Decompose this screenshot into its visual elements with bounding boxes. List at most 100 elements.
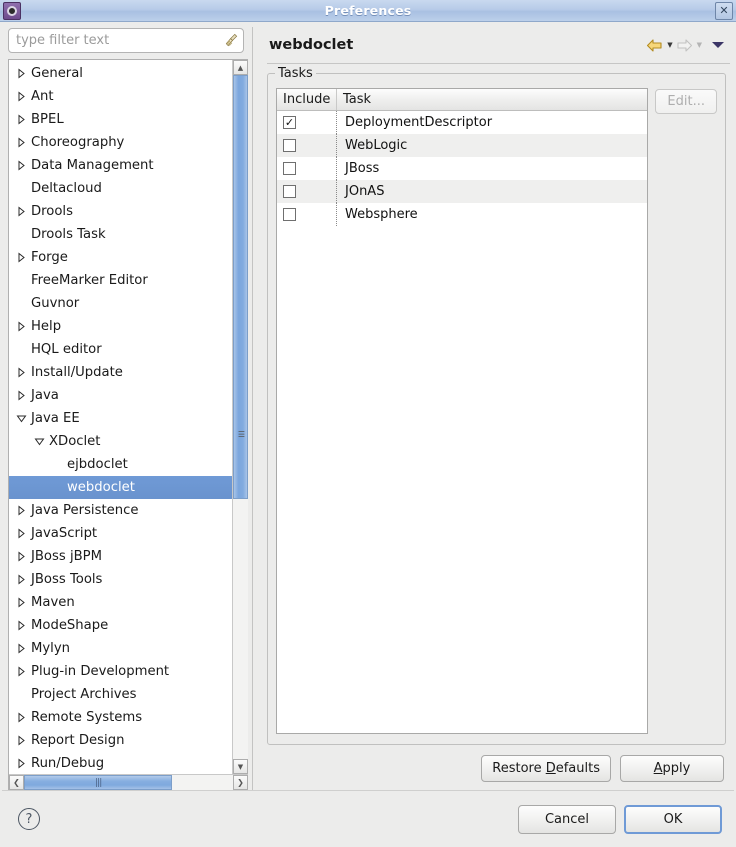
tree-item-freemarker-editor[interactable]: FreeMarker Editor [9, 269, 232, 292]
restore-defaults-button[interactable]: Restore Defaults [481, 755, 611, 782]
checkbox-unchecked[interactable] [283, 208, 296, 221]
column-header-include[interactable]: Include [277, 89, 337, 110]
expand-arrow-icon[interactable] [12, 597, 30, 608]
tree-item-data-management[interactable]: Data Management [9, 154, 232, 177]
forward-button[interactable] [675, 37, 694, 54]
tree-item-drools[interactable]: Drools [9, 200, 232, 223]
tree-item-help[interactable]: Help [9, 315, 232, 338]
collapse-arrow-icon[interactable] [12, 414, 30, 423]
expand-arrow-icon[interactable] [12, 367, 30, 378]
task-name-cell: DeploymentDescriptor [337, 115, 647, 130]
search-input[interactable] [16, 33, 221, 48]
tree-item-report-design[interactable]: Report Design [9, 729, 232, 752]
tree-item-choreography[interactable]: Choreography [9, 131, 232, 154]
view-menu-triangle-icon[interactable] [712, 42, 724, 48]
tree-item-label: Drools Task [30, 227, 106, 242]
tree-item-project-archives[interactable]: Project Archives [9, 683, 232, 706]
forward-dropdown-chevron-down-icon[interactable]: ▼ [697, 41, 702, 49]
expand-arrow-icon[interactable] [12, 91, 30, 102]
expand-arrow-icon[interactable] [12, 160, 30, 171]
expand-arrow-icon[interactable] [12, 735, 30, 746]
ok-button[interactable]: OK [624, 805, 722, 834]
expand-arrow-icon[interactable] [12, 137, 30, 148]
expand-arrow-icon[interactable] [12, 206, 30, 217]
back-dropdown-chevron-down-icon[interactable]: ▼ [667, 41, 672, 49]
expand-arrow-icon[interactable] [12, 68, 30, 79]
preferences-tree[interactable]: GeneralAntBPELChoreographyData Managemen… [9, 60, 232, 774]
tasks-table-body: ✓ DeploymentDescriptor WebLogicJBossJOnASW… [277, 111, 647, 733]
checkbox-unchecked[interactable] [283, 139, 296, 152]
tree-item-install-update[interactable]: Install/Update [9, 361, 232, 384]
tree-item-label: Project Archives [30, 687, 137, 702]
edit-button[interactable]: Edit... [655, 89, 717, 114]
column-header-task[interactable]: Task [337, 89, 647, 110]
expand-arrow-icon[interactable] [12, 252, 30, 263]
tree-item-xdoclet[interactable]: XDoclet [9, 430, 232, 453]
table-row[interactable]: ✓ DeploymentDescriptor [277, 111, 647, 134]
tree-item-javascript[interactable]: JavaScript [9, 522, 232, 545]
tree-item-mylyn[interactable]: Mylyn [9, 637, 232, 660]
header-separator [267, 63, 730, 64]
scroll-down-icon[interactable]: ▼ [233, 759, 248, 774]
tree-item-bpel[interactable]: BPEL [9, 108, 232, 131]
tree-item-label: JBoss jBPM [30, 549, 102, 564]
tree-item-jboss-tools[interactable]: JBoss Tools [9, 568, 232, 591]
expand-arrow-icon[interactable] [12, 114, 30, 125]
hscroll-thumb[interactable]: ||| [24, 775, 172, 790]
tree-item-guvnor[interactable]: Guvnor [9, 292, 232, 315]
checkbox-unchecked[interactable] [283, 162, 296, 175]
scroll-left-icon[interactable]: ❮ [9, 775, 24, 790]
close-icon[interactable]: ✕ [715, 2, 733, 20]
expand-arrow-icon[interactable] [12, 574, 30, 585]
tree-item-plug-in-development[interactable]: Plug-in Development [9, 660, 232, 683]
page-action-buttons: Restore Defaults Apply [265, 745, 732, 790]
checkbox-checked[interactable]: ✓ [283, 116, 296, 129]
tree-item-forge[interactable]: Forge [9, 246, 232, 269]
back-button[interactable] [645, 37, 664, 54]
checkbox-unchecked[interactable] [283, 185, 296, 198]
expand-arrow-icon[interactable] [12, 643, 30, 654]
tree-item-deltacloud[interactable]: Deltacloud [9, 177, 232, 200]
help-question-icon[interactable]: ? [18, 808, 40, 830]
tasks-table: Include Task ✓ DeploymentDescriptor WebLog… [276, 88, 648, 734]
tree-item-java[interactable]: Java [9, 384, 232, 407]
tree-item-remote-systems[interactable]: Remote Systems [9, 706, 232, 729]
tree-horizontal-scrollbar[interactable]: ❮ ||| ❯ [9, 774, 248, 790]
scroll-right-icon[interactable]: ❯ [233, 775, 248, 790]
expand-arrow-icon[interactable] [12, 528, 30, 539]
apply-button[interactable]: Apply [620, 755, 724, 782]
table-row[interactable]: Websphere [277, 203, 647, 226]
expand-arrow-icon[interactable] [12, 321, 30, 332]
table-row[interactable]: WebLogic [277, 134, 647, 157]
tree-item-hql-editor[interactable]: HQL editor [9, 338, 232, 361]
tree-vertical-scrollbar[interactable]: ▲ ☰ ▼ [232, 60, 248, 774]
expand-arrow-icon[interactable] [12, 390, 30, 401]
tree-item-drools-task[interactable]: Drools Task [9, 223, 232, 246]
tree-item-webdoclet[interactable]: webdoclet [9, 476, 232, 499]
expand-arrow-icon[interactable] [12, 712, 30, 723]
tree-item-ejbdoclet[interactable]: ejbdoclet [9, 453, 232, 476]
collapse-arrow-icon[interactable] [30, 437, 48, 446]
tree-item-maven[interactable]: Maven [9, 591, 232, 614]
tree-item-ant[interactable]: Ant [9, 85, 232, 108]
tree-item-general[interactable]: General [9, 62, 232, 85]
expand-arrow-icon[interactable] [12, 620, 30, 631]
vscroll-track[interactable]: ☰ [233, 75, 248, 759]
table-row[interactable]: JOnAS [277, 180, 647, 203]
tree-item-run-debug[interactable]: Run/Debug [9, 752, 232, 774]
hscroll-track[interactable]: ||| [24, 775, 233, 790]
expand-arrow-icon[interactable] [12, 551, 30, 562]
table-row[interactable]: JBoss [277, 157, 647, 180]
expand-arrow-icon[interactable] [12, 505, 30, 516]
expand-arrow-icon[interactable] [12, 666, 30, 677]
tree-item-java-persistence[interactable]: Java Persistence [9, 499, 232, 522]
filter-box[interactable] [8, 28, 244, 53]
broom-icon[interactable] [224, 33, 239, 48]
tree-item-jboss-jbpm[interactable]: JBoss jBPM [9, 545, 232, 568]
expand-arrow-icon[interactable] [12, 758, 30, 769]
tree-item-java-ee[interactable]: Java EE [9, 407, 232, 430]
include-cell [277, 134, 337, 157]
scroll-up-icon[interactable]: ▲ [233, 60, 248, 75]
tree-item-modeshape[interactable]: ModeShape [9, 614, 232, 637]
cancel-button[interactable]: Cancel [518, 805, 616, 834]
